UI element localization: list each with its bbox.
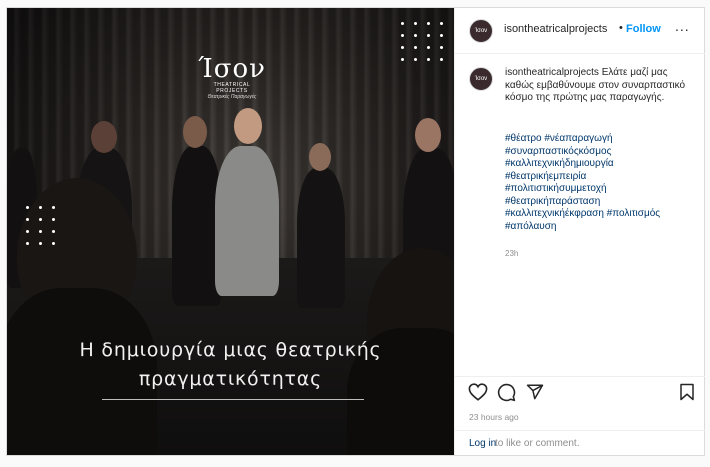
login-link[interactable]: Log in <box>469 438 496 449</box>
logo-subtitle-greek: Θεατρικές Παραγωγές <box>207 94 257 100</box>
person-head <box>183 116 207 148</box>
image-caption-line2: πραγματικότητας <box>138 368 323 390</box>
follow-button[interactable]: Follow <box>626 23 661 35</box>
avatar[interactable]: Ίσον <box>469 19 493 43</box>
person-head <box>415 118 441 152</box>
person-head <box>91 121 117 153</box>
hashtag-line[interactable]: #καλλιτεχνικήδημιουργία <box>505 158 697 171</box>
hashtag-line[interactable]: #απόλαυση <box>505 221 697 234</box>
login-prompt: Log in to like or comment. <box>455 430 705 455</box>
person-head <box>309 143 331 171</box>
separator-dot: • <box>619 22 623 34</box>
avatar[interactable]: Ίσον <box>469 67 493 91</box>
more-options-icon[interactable]: ... <box>675 18 690 34</box>
post-image[interactable]: Ίσον THEATRICAL PROJECTS Θεατρικές Παραγ… <box>7 8 454 455</box>
post-frame: Ίσον THEATRICAL PROJECTS Θεατρικές Παραγ… <box>6 7 705 456</box>
brand-logo: Ίσον THEATRICAL PROJECTS Θεατρικές Παραγ… <box>197 56 267 100</box>
login-prompt-text: to like or comment. <box>495 438 580 449</box>
hashtag-line[interactable]: #θεατρικήπαράσταση <box>505 196 697 209</box>
action-bar <box>455 376 705 407</box>
hashtag-line[interactable]: #καλλιτεχνικήέκφραση #πολιτισμός <box>505 208 697 221</box>
image-caption-line1: Η δημιουργία μιας θεατρικής <box>79 339 382 361</box>
hashtag-line[interactable]: #πολιτιστικήσυμμετοχή <box>505 183 697 196</box>
post-caption: isontheatricalprojects Ελάτε μαζί μας κα… <box>505 67 697 105</box>
person-head <box>234 108 262 144</box>
caption-timestamp: 23h <box>505 249 519 258</box>
comment-icon[interactable] <box>497 383 516 407</box>
bookmark-icon[interactable] <box>679 383 695 406</box>
hashtag-line[interactable]: #συναρπαστικόςκόσμος <box>505 146 697 159</box>
post-header: Ίσον isontheatricalprojects • Follow ... <box>455 8 705 54</box>
logo-wordmark: Ίσον <box>198 54 266 84</box>
hashtag-line[interactable]: #θεατρικήεμπειρία <box>505 171 697 184</box>
decorative-dots-left <box>26 206 56 245</box>
person-figure <box>215 146 279 296</box>
hashtag-line[interactable]: #θέατρο #νέαπαραγωγή <box>505 133 697 146</box>
post-timestamp: 23 hours ago <box>469 412 519 422</box>
person-figure <box>297 168 345 308</box>
heart-icon[interactable] <box>468 383 488 406</box>
caption-divider <box>102 399 364 400</box>
caption-username[interactable]: isontheatricalprojects <box>505 67 599 78</box>
header-username[interactable]: isontheatricalprojects <box>504 23 607 35</box>
decorative-dots-top-right <box>401 22 444 61</box>
post-side-panel: Ίσον isontheatricalprojects • Follow ...… <box>454 8 705 455</box>
share-icon[interactable] <box>526 383 544 406</box>
hashtag-list: #θέατρο #νέαπαραγωγή #συναρπαστικόςκόσμο… <box>505 133 697 233</box>
